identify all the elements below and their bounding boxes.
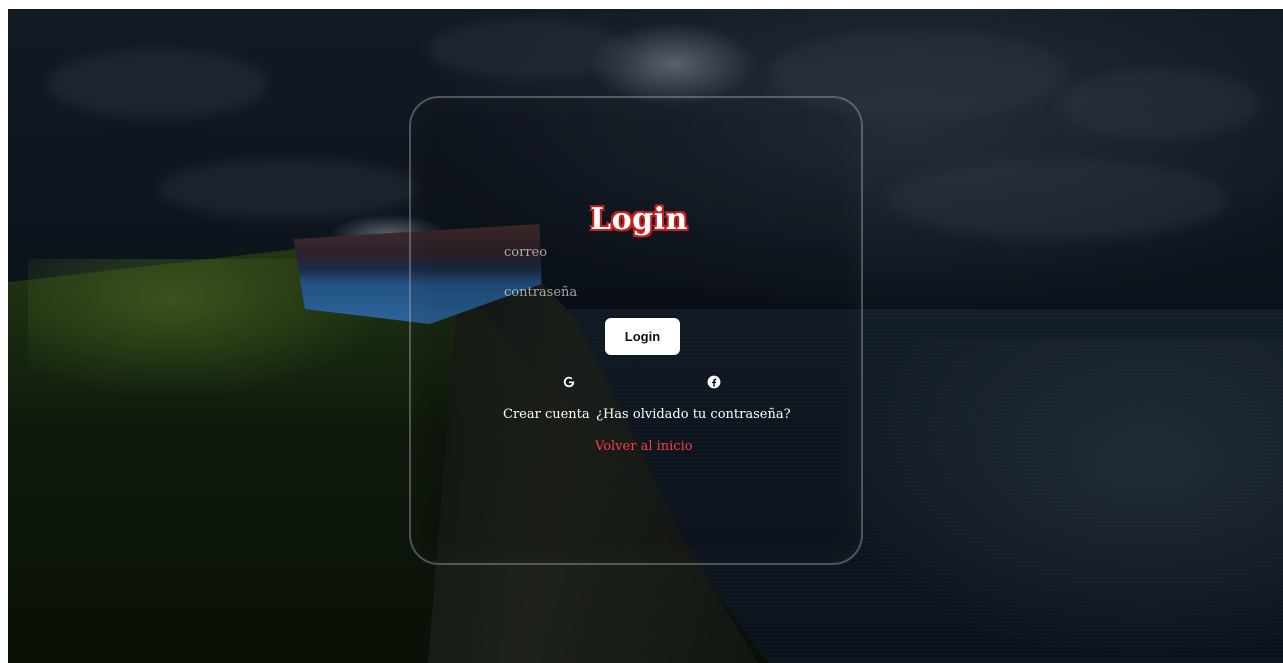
create-account-link[interactable]: Crear cuenta <box>503 407 590 422</box>
email-field[interactable] <box>500 240 708 264</box>
facebook-icon <box>707 375 721 389</box>
login-button[interactable]: Login <box>605 318 680 355</box>
password-field[interactable] <box>500 280 708 304</box>
google-login-button[interactable] <box>561 374 577 390</box>
forgot-password-link[interactable]: ¿Has olvidado tu contraseña? <box>596 407 791 422</box>
back-home-link[interactable]: Volver al inicio <box>595 439 693 454</box>
google-icon <box>563 376 575 388</box>
facebook-login-button[interactable] <box>706 374 722 390</box>
login-title: Login <box>590 202 688 237</box>
